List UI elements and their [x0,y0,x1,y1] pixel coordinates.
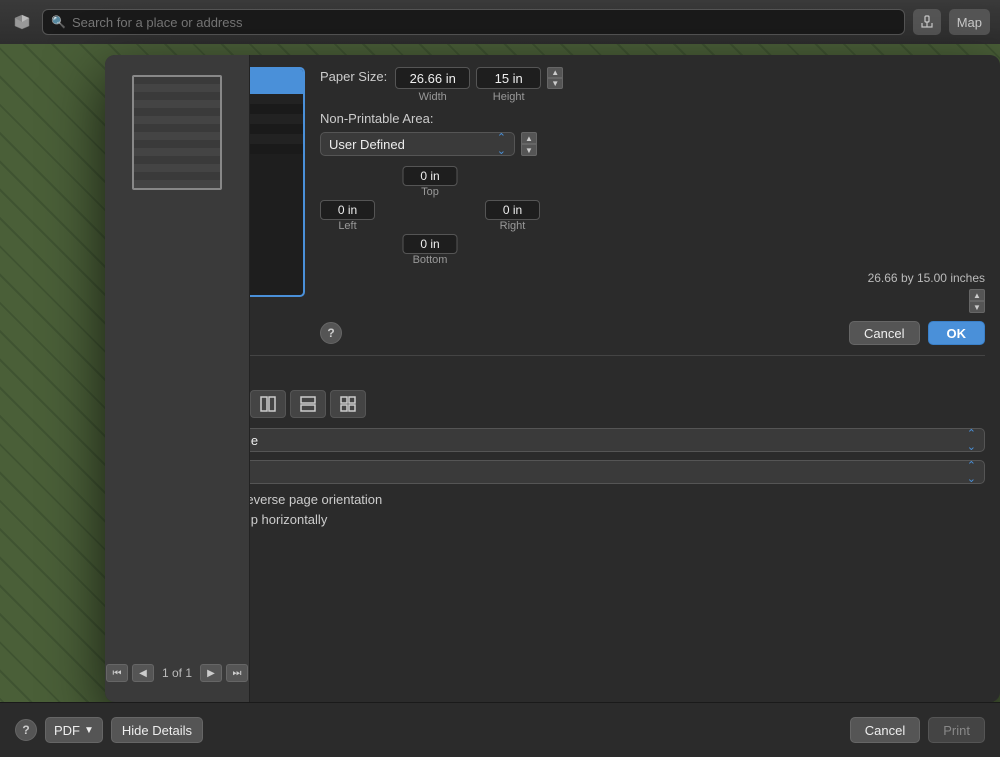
margin-left-label: Left [338,220,356,232]
two-sided-dropdown[interactable]: Off ⌃⌄ [218,460,985,484]
reverse-orientation-label: Reverse page orientation [237,492,382,507]
non-printable-label: Non-Printable Area: [320,111,433,126]
margin-top-input[interactable] [403,166,458,186]
bottom-bar: ? PDF ▼ Hide Details Cancel Print [0,702,1000,757]
pdf-chevron-icon: ▼ [84,725,94,736]
stepper-up[interactable]: ▲ [547,67,563,78]
layout-icon-btn-4[interactable] [330,390,366,418]
width-label: Width [419,91,447,103]
paper-height-input[interactable] [476,67,541,89]
chevron-down-icon: ⌃⌄ [497,131,506,157]
last-page-button[interactable]: ⏭ [226,664,248,682]
non-printable-dropdown[interactable]: User Defined ⌃⌄ [320,132,515,156]
page-preview-thumb [132,75,222,190]
stepper-up-2[interactable]: ▲ [521,132,537,144]
margin-bottom-input[interactable] [403,234,458,254]
preview-panel: ⏮ ◀ 1 of 1 ▶ ⏭ [105,55,250,702]
bottom-help-button[interactable]: ? [15,719,37,741]
stepper-down[interactable]: ▼ [547,78,563,89]
non-printable-stepper[interactable]: ▲ ▼ [521,132,537,156]
chevron-down-icon-3: ⌃⌄ [967,459,976,485]
search-icon: 🔍 [51,15,66,29]
border-dropdown[interactable]: None ⌃⌄ [218,428,985,452]
flip-horizontally-label: Flip horizontally [237,512,327,527]
flip-horizontally-row: Flip horizontally [218,512,985,527]
first-page-button[interactable]: ⏮ [106,664,128,682]
stepper-down-2[interactable]: ▼ [521,144,537,156]
layout-icon-btn-3[interactable] [290,390,326,418]
help-button[interactable]: ? [320,322,342,344]
margin-right-label: Right [500,220,526,232]
paper-size-stepper[interactable]: ▲ ▼ [547,67,563,89]
height-label: Height [493,91,525,103]
stepper-down-3[interactable]: ▼ [969,301,985,313]
dimensions-stepper[interactable]: ▲ ▼ [969,289,985,313]
page-navigation: ⏮ ◀ 1 of 1 ▶ ⏭ [105,664,249,682]
hide-details-button[interactable]: Hide Details [111,717,203,743]
margin-right-input[interactable] [485,200,540,220]
bottom-cancel-button[interactable]: Cancel [850,717,920,743]
margin-left-input[interactable] [320,200,375,220]
top-bar: 🔍 Search for a place or address Map [0,0,1000,44]
reverse-orientation-row: Reverse page orientation [218,492,985,507]
pdf-button[interactable]: PDF ▼ [45,717,103,743]
stepper-up-3[interactable]: ▲ [969,289,985,301]
map-button[interactable]: Map [949,9,990,35]
chevron-down-icon-2: ⌃⌄ [967,427,976,453]
print-dialog: ⏮ ◀ 1 of 1 ▶ ⏭ 1920x1080 [105,55,1000,702]
print-button[interactable]: Print [928,717,985,743]
ok-button[interactable]: OK [928,321,986,345]
margin-bottom-label: Bottom [413,254,448,266]
search-placeholder: Search for a place or address [72,15,243,30]
layout-icon-buttons [210,390,985,418]
dimensions-text: 26.66 by 15.00 inches [868,271,985,285]
search-bar[interactable]: 🔍 Search for a place or address [42,9,905,35]
share-button[interactable] [913,9,941,35]
margin-top-label: Top [421,186,439,198]
cancel-button[interactable]: Cancel [849,321,919,345]
paper-width-input[interactable] [395,67,470,89]
layout-icon-btn-2[interactable] [250,390,286,418]
paper-size-label: Paper Size: [320,67,387,84]
prev-page-button[interactable]: ◀ [132,664,154,682]
next-page-button[interactable]: ▶ [200,664,222,682]
page-indicator: 1 of 1 [158,666,196,680]
maps-icon [10,10,34,34]
